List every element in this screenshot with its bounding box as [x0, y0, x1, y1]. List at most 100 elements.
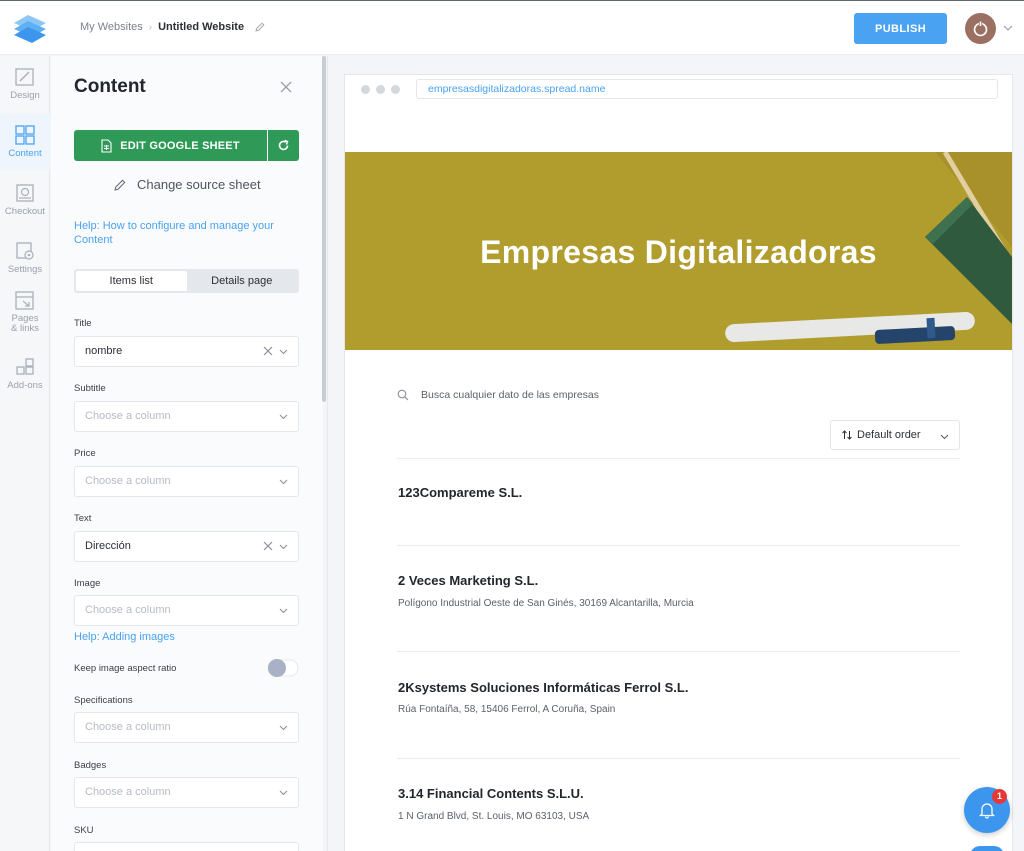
list-item-title[interactable]: 2 Veces Marketing S.L.: [398, 573, 538, 588]
search-bar[interactable]: Busca cualquier dato de las empresas: [397, 389, 599, 401]
items-details-tabs: Items list Details page: [74, 269, 299, 293]
edit-name-icon[interactable]: [254, 21, 266, 33]
addons-icon: [16, 358, 34, 375]
price-field-label: Price: [74, 448, 96, 459]
list-item-title[interactable]: 3.14 Financial Contents S.L.U.: [398, 786, 584, 801]
clear-icon[interactable]: [262, 540, 274, 552]
specifications-select-placeholder: Choose a column: [85, 721, 171, 733]
specifications-field-label: Specifications: [74, 695, 133, 706]
divider: [397, 651, 960, 652]
badges-select-placeholder: Choose a column: [85, 786, 171, 798]
window-dot: [391, 85, 400, 94]
chevron-down-icon: [279, 608, 288, 614]
list-item-title[interactable]: 123Compareme S.L.: [398, 485, 522, 500]
close-icon[interactable]: [279, 80, 293, 94]
edit-google-sheet-button[interactable]: EDIT GOOGLE SHEET: [74, 130, 267, 161]
chevron-down-icon: [279, 479, 288, 485]
content-grid-icon: [15, 125, 35, 145]
help-configure-link[interactable]: Help: How to configure and manage your C…: [74, 219, 294, 247]
image-select[interactable]: Choose a column: [74, 595, 299, 626]
chevron-down-icon: [279, 544, 288, 550]
price-select[interactable]: Choose a column: [74, 466, 299, 497]
browser-chrome: empresasdigitalizadoras.spread.name: [345, 75, 1012, 103]
nav-content[interactable]: Content: [0, 114, 50, 170]
title-select[interactable]: nombre: [74, 336, 299, 367]
breadcrumb: My Websites › Untitled Website: [80, 21, 266, 33]
nav-settings-label: Settings: [7, 264, 43, 275]
subtitle-field-label: Subtitle: [74, 383, 106, 394]
refresh-icon: [278, 139, 289, 151]
specifications-select[interactable]: Choose a column: [74, 712, 299, 743]
nav-settings[interactable]: Settings: [0, 240, 50, 288]
list-item-title[interactable]: 2Ksystems Soluciones Informáticas Ferrol…: [398, 680, 688, 695]
edit-google-sheet-label: EDIT GOOGLE SHEET: [120, 139, 240, 152]
list-item-subtitle: 1 N Grand Blvd, St. Louis, MO 63103, USA: [398, 811, 590, 822]
pages-icon: [15, 291, 34, 310]
chevron-down-icon: [279, 725, 288, 731]
help-adding-images-link[interactable]: Help: Adding images: [74, 631, 175, 643]
search-placeholder: Busca cualquier dato de las empresas: [421, 389, 600, 401]
tab-items-list[interactable]: Items list: [76, 271, 187, 291]
website-name: Untitled Website: [158, 21, 245, 33]
panel-scrollbar[interactable]: [322, 56, 326, 402]
list-item-subtitle: Polígono Industrial Oeste de San Ginés, …: [398, 598, 694, 609]
nav-addons-label: Add-ons: [7, 380, 43, 391]
divider: [397, 458, 960, 459]
title-field-label: Title: [74, 318, 92, 329]
chevron-down-icon: [279, 414, 288, 420]
clear-icon[interactable]: [262, 345, 274, 357]
text-select[interactable]: Dirección: [74, 531, 299, 562]
window-dot: [376, 85, 385, 94]
nav-addons[interactable]: Add-ons: [0, 356, 50, 404]
price-select-placeholder: Choose a column: [85, 475, 171, 487]
nav-design-label: Design: [10, 90, 40, 101]
top-bar: My Websites › Untitled Website PUBLISH: [0, 0, 1024, 55]
search-icon: [397, 389, 409, 401]
side-nav: Design Content Checkout Settings Pages &…: [0, 56, 50, 851]
title-select-value: nombre: [85, 345, 123, 357]
notification-count-badge: 1: [992, 789, 1007, 804]
chevron-down-icon[interactable]: [1002, 23, 1014, 33]
nav-content-label: Content: [8, 148, 42, 159]
image-field-label: Image: [74, 578, 101, 589]
nav-design[interactable]: Design: [0, 66, 50, 114]
content-panel: Content EDIT GOOGLE SHEET Change source …: [51, 56, 323, 851]
pencil-icon: [114, 179, 126, 191]
sku-select[interactable]: [74, 842, 299, 851]
chevron-down-icon: [279, 790, 288, 796]
badges-select[interactable]: Choose a column: [74, 777, 299, 808]
avatar[interactable]: [965, 13, 996, 44]
change-source-sheet-link[interactable]: Change source sheet: [113, 177, 261, 192]
nav-checkout-label: Checkout: [4, 206, 46, 217]
website-preview: empresasdigitalizadoras.spread.name Empr…: [344, 74, 1013, 851]
sort-order-dropdown[interactable]: Default order: [830, 420, 960, 450]
nav-pages[interactable]: Pages & links: [0, 290, 50, 338]
sort-order-label: Default order: [857, 429, 921, 441]
change-source-label: Change source sheet: [137, 177, 261, 192]
subtitle-select[interactable]: Choose a column: [74, 401, 299, 432]
aspect-ratio-toggle[interactable]: [267, 658, 299, 678]
sort-icon: [842, 430, 852, 440]
subtitle-select-placeholder: Choose a column: [85, 410, 171, 422]
design-icon: [15, 68, 34, 86]
power-icon: [973, 21, 988, 37]
settings-icon: [16, 242, 34, 260]
chevron-down-icon: [940, 434, 949, 440]
chat-button[interactable]: [970, 846, 1004, 851]
chevron-down-icon: [279, 349, 288, 355]
spread-logo-icon[interactable]: [10, 11, 50, 45]
image-select-placeholder: Choose a column: [85, 604, 171, 616]
text-field-label: Text: [74, 513, 92, 524]
sheet-icon: [101, 138, 112, 153]
text-select-value: Dirección: [85, 540, 131, 552]
aspect-ratio-label: Keep image aspect ratio: [74, 663, 177, 674]
publish-button[interactable]: PUBLISH: [854, 13, 947, 44]
panel-title: Content: [74, 76, 146, 97]
divider: [397, 758, 960, 759]
hero-banner: Empresas Digitalizadoras: [345, 152, 1012, 350]
breadcrumb-my-websites[interactable]: My Websites: [80, 21, 143, 33]
nav-checkout[interactable]: Checkout: [0, 182, 50, 230]
url-bar[interactable]: empresasdigitalizadoras.spread.name: [416, 79, 998, 99]
tab-details-page[interactable]: Details page: [187, 271, 298, 291]
refresh-sheet-button[interactable]: [268, 130, 299, 161]
